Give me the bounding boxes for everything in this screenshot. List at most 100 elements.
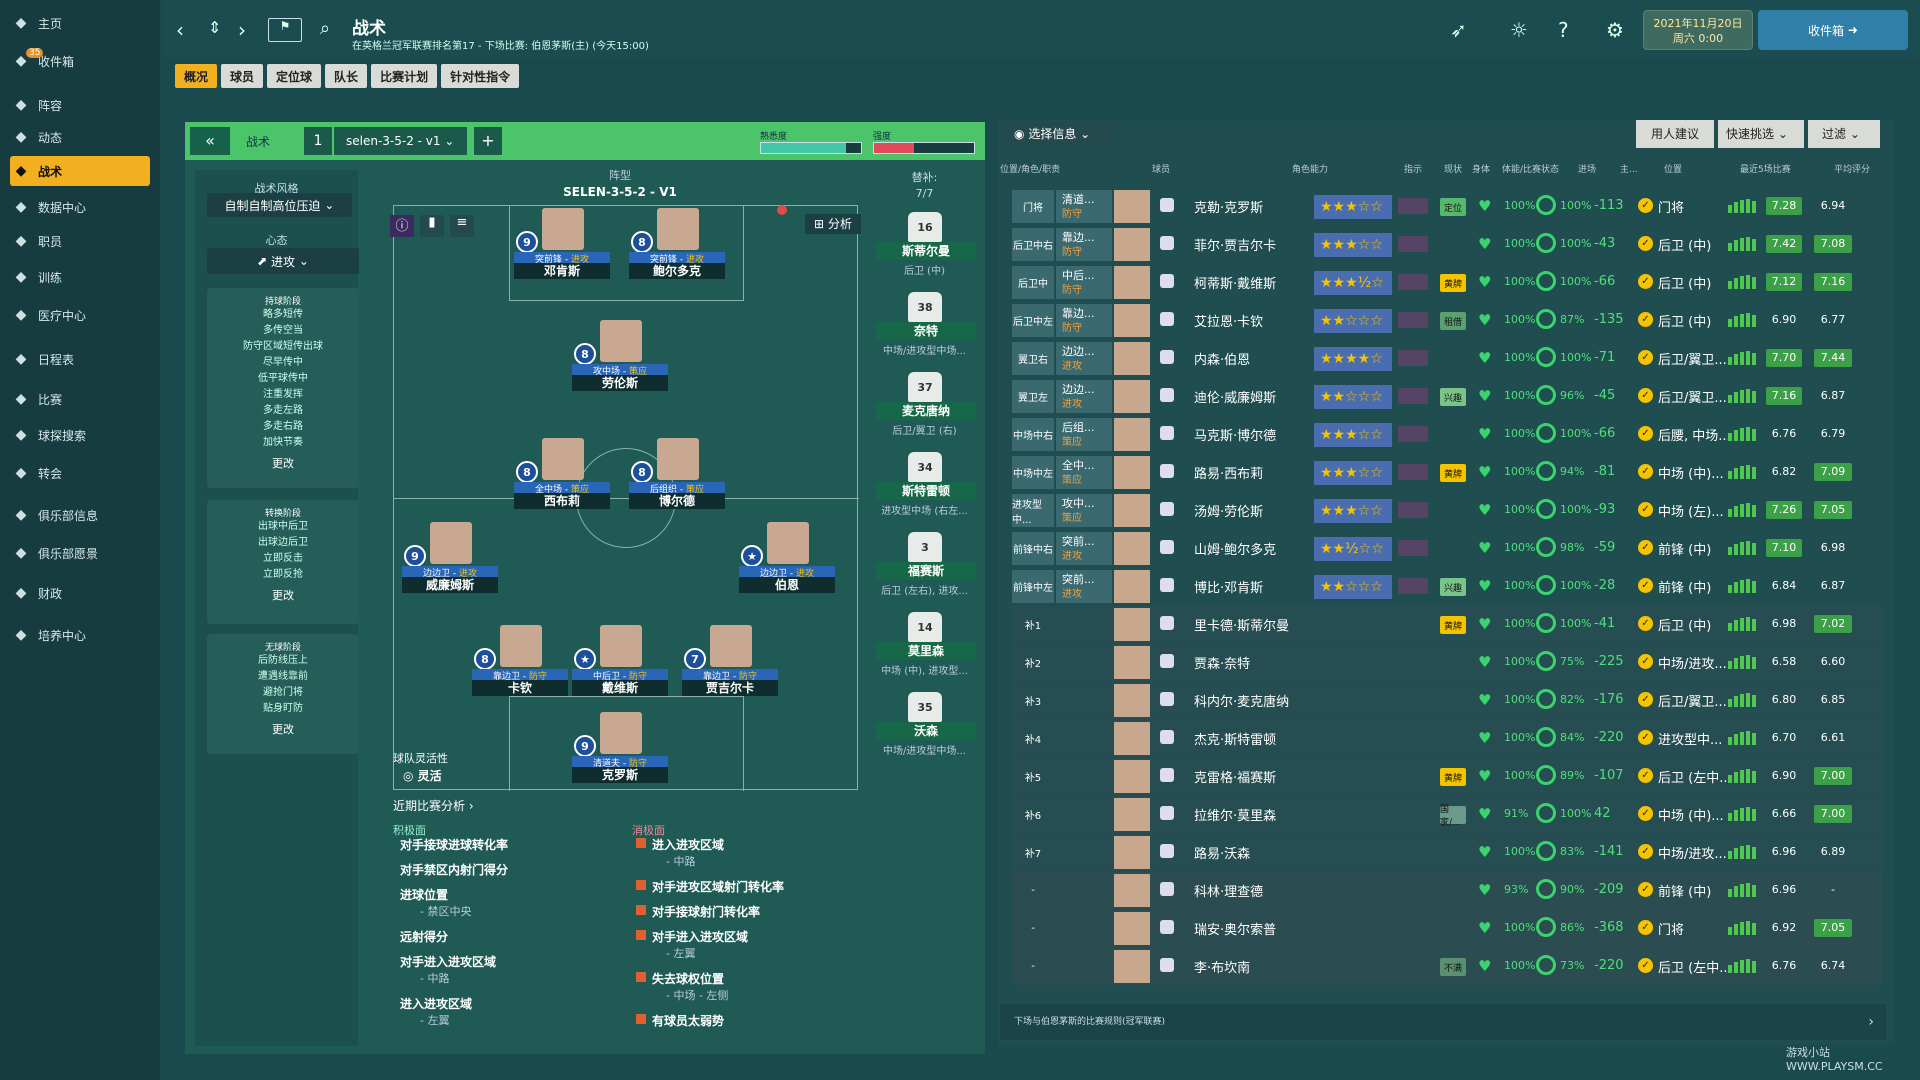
table-row[interactable]: 后卫中右 靠边... 防守 菲尔·贾吉尔卡 ★★★☆☆ ♥ 100% 100% -43 ✓ 后卫 (… xyxy=(1012,226,1882,263)
player-name[interactable]: 克雷格·福赛斯 xyxy=(1194,767,1276,786)
nav-item-6[interactable]: ◆ 职员 xyxy=(10,226,150,256)
player-name[interactable]: 贾森·奈特 xyxy=(1194,653,1250,672)
table-header-10[interactable]: 最近5场比赛 xyxy=(1740,162,1791,175)
positive-item[interactable]: 进球位置 xyxy=(400,886,448,903)
player-name[interactable]: 汤姆·劳伦斯 xyxy=(1194,501,1263,520)
inbox-continue-button[interactable]: 收件箱 ➜ xyxy=(1758,10,1908,50)
table-header-1[interactable]: 球员 xyxy=(1152,162,1170,175)
list-icon[interactable]: ≡ xyxy=(450,215,474,237)
instructions-icon[interactable] xyxy=(1398,540,1428,556)
positive-item[interactable]: 对手接球进球转化率 xyxy=(400,836,508,853)
player-name[interactable]: 杰克·斯特雷顿 xyxy=(1194,729,1276,748)
nav-item-11[interactable]: ◆ 球探搜索 xyxy=(10,420,150,450)
table-row[interactable]: 中场中左 全中... 策应 路易·西布莉 ★★★☆☆ 黄牌 ♥ 100% 94% -81 ✓ 中场 (… xyxy=(1012,454,1882,491)
table-row[interactable]: 补2 贾森·奈特 ♥ 100% 75% -225 ✓ 中场/进攻... 6.58 6.60 xyxy=(1012,644,1882,681)
player-name[interactable]: 菲尔·贾吉尔卡 xyxy=(1194,235,1276,254)
pitch-title[interactable]: SELEN-3-5-2 - V1 xyxy=(540,185,700,199)
tab-1[interactable]: 球员 xyxy=(221,64,264,88)
role-cell[interactable]: 边边... 进攻 xyxy=(1056,380,1112,413)
negative-item[interactable]: 进入进攻区域 xyxy=(652,836,724,853)
positive-item[interactable]: 远射得分 xyxy=(400,928,448,945)
negative-item[interactable]: 对手接球射门转化率 xyxy=(652,903,760,920)
quick-pick-button[interactable]: 快速挑选 ⌄ xyxy=(1718,120,1804,148)
mentality-dropdown[interactable]: ⬈ 进攻 ⌄ xyxy=(207,248,359,274)
club-badge-icon[interactable]: ⚑ xyxy=(268,18,302,42)
instructions-icon[interactable] xyxy=(1398,388,1428,404)
rocket-icon[interactable]: ➶ xyxy=(1450,18,1467,42)
style-dropdown[interactable]: 自制自制高位压迫 ⌄ xyxy=(207,193,352,217)
change-button[interactable]: 更改 xyxy=(207,587,359,603)
player-name[interactable]: 博比·邓肯斯 xyxy=(1194,577,1263,596)
instructions-icon[interactable] xyxy=(1398,274,1428,290)
table-row[interactable]: 中场中右 后组... 策应 马克斯·博尔德 ★★★☆☆ ♥ 100% 100% -66 ✓ 后腰, … xyxy=(1012,416,1882,453)
table-row[interactable]: 后卫中 中后... 防守 柯蒂斯·戴维斯 ★★★½☆ 黄牌 ♥ 100% 100% -66 ✓ 后卫 … xyxy=(1012,264,1882,301)
change-button[interactable]: 更改 xyxy=(207,721,359,737)
nav-item-2[interactable]: ◆ 阵容 xyxy=(10,90,150,120)
nav-item-13[interactable]: ◆ 俱乐部信息 xyxy=(10,500,150,530)
player-name[interactable]: 克勒·克罗斯 xyxy=(1194,197,1263,216)
instructions-icon[interactable] xyxy=(1398,502,1428,518)
bench-player[interactable]: 35 沃森 中场/进攻型中场... xyxy=(872,692,977,768)
negative-item[interactable]: 有球员太弱势 xyxy=(652,1012,724,1029)
player-name[interactable]: 山姆·鲍尔多克 xyxy=(1194,539,1276,558)
player-name[interactable]: 李·布坎南 xyxy=(1194,957,1250,976)
table-header-5[interactable]: 身体 xyxy=(1472,162,1490,175)
player-card[interactable]: 9 边边卫 - 进攻 威廉姆斯 xyxy=(400,522,500,593)
nav-item-14[interactable]: ◆ 俱乐部愿景 xyxy=(10,538,150,568)
role-cell[interactable]: 靠边... 防守 xyxy=(1056,228,1112,261)
player-card[interactable]: 7 靠边卫 - 防守 贾吉尔卡 xyxy=(680,625,780,696)
player-card[interactable]: 8 后组织 - 策应 博尔德 xyxy=(627,438,727,509)
nav-item-7[interactable]: ◆ 训练 xyxy=(10,262,150,292)
table-row[interactable]: 前锋中右 突前... 进攻 山姆·鲍尔多克 ★★½☆☆ ♥ 100% 98% -59 ✓ 前锋 (中… xyxy=(1012,530,1882,567)
player-card[interactable]: 9 清道夫 - 防守 克罗斯 xyxy=(570,712,670,783)
table-row[interactable]: 进攻型中... 攻中... 策应 汤姆·劳伦斯 ★★★☆☆ ♥ 100% 100% -93 ✓ 中场… xyxy=(1012,492,1882,529)
table-header-6[interactable]: 体能/比赛状态 xyxy=(1502,162,1559,175)
table-row[interactable]: 补7 路易·沃森 ♥ 100% 83% -141 ✓ 中场/进攻... 6.96 6.89 xyxy=(1012,834,1882,871)
table-row[interactable]: 补3 科内尔·麦克唐纳 ♥ 100% 82% -176 ✓ 后卫/翼卫... 6.80 6.85 xyxy=(1012,682,1882,719)
positive-item[interactable]: 对手进入进攻区域 xyxy=(400,953,496,970)
nav-item-5[interactable]: ◆ 数据中心 xyxy=(10,192,150,222)
table-header-11[interactable]: 平均评分 xyxy=(1834,162,1870,175)
player-card[interactable]: ★ 中后卫 - 防守 戴维斯 xyxy=(570,625,670,696)
positive-item[interactable]: 进入进攻区域 xyxy=(400,995,472,1012)
bench-player[interactable]: 14 莫里森 中场 (中), 进攻型... xyxy=(872,612,977,688)
nav-item-1[interactable]: ◆ 收件箱 35 xyxy=(10,46,150,76)
player-name[interactable]: 马克斯·博尔德 xyxy=(1194,425,1276,444)
change-button[interactable]: 更改 xyxy=(207,455,359,471)
table-header-0[interactable]: 位置/角色/职责 xyxy=(1000,162,1060,175)
nav-item-3[interactable]: ◆ 动态 xyxy=(10,122,150,152)
forward-icon[interactable]: › xyxy=(238,18,246,42)
table-row[interactable]: - 瑞安·奥尔索普 ♥ 100% 86% -368 ✓ 门将 6.92 7.05 xyxy=(1012,910,1882,947)
player-name[interactable]: 科林·理查德 xyxy=(1194,881,1263,900)
negative-item[interactable]: 对手进入进攻区域 xyxy=(652,928,748,945)
role-cell[interactable]: 中后... 防守 xyxy=(1056,266,1112,299)
select-info-dropdown[interactable]: ◉ 选择信息 ⌄ xyxy=(1004,122,1112,146)
nav-item-12[interactable]: ◆ 转会 xyxy=(10,458,150,488)
idea-icon[interactable]: ☼ xyxy=(1510,18,1528,42)
next-match-rules-bar[interactable]: 下场与伯恩茅斯的比赛规则(冠军联赛) › xyxy=(1000,1004,1886,1040)
tactic-name-dropdown[interactable]: selen-3-5-2 - v1 ⌄ xyxy=(334,127,467,155)
nav-item-9[interactable]: ◆ 日程表 xyxy=(10,344,150,374)
table-row[interactable]: 前锋中左 突前... 进攻 博比·邓肯斯 ★★☆☆☆ 兴趣 ♥ 100% 100% -28 ✓ 前锋 … xyxy=(1012,568,1882,605)
player-card[interactable]: 8 突前锋 - 进攻 鲍尔多克 xyxy=(627,208,727,279)
bar-chart-icon[interactable]: ▮ xyxy=(420,215,444,237)
table-row[interactable]: 补6 拉维尔·莫里森 国家/... ♥ 91% 100% 42 ✓ 中场 (中)... 6.66 7… xyxy=(1012,796,1882,833)
info-icon[interactable]: ⓘ xyxy=(390,215,414,237)
player-name[interactable]: 拉维尔·莫里森 xyxy=(1194,805,1276,824)
instructions-icon[interactable] xyxy=(1398,578,1428,594)
bench-player[interactable]: 34 斯特雷顿 进攻型中场 (右左... xyxy=(872,452,977,528)
tab-3[interactable]: 队长 xyxy=(325,64,368,88)
player-name[interactable]: 路易·沃森 xyxy=(1194,843,1250,862)
player-name[interactable]: 科内尔·麦克唐纳 xyxy=(1194,691,1289,710)
table-header-2[interactable]: 角色能力 xyxy=(1292,162,1328,175)
search-icon[interactable]: ⌕ xyxy=(320,18,330,39)
nav-item-8[interactable]: ◆ 医疗中心 xyxy=(10,300,150,330)
table-row[interactable]: 门将 清道... 防守 克勒·克罗斯 ★★★☆☆ 定位 ♥ 100% 100% -113 ✓ 门将 7.… xyxy=(1012,188,1882,225)
role-cell[interactable]: 突前... 进攻 xyxy=(1056,532,1112,565)
bench-player[interactable]: 16 斯蒂尔曼 后卫 (中) xyxy=(872,212,977,288)
flexibility-value[interactable]: ◎ 灵活 xyxy=(403,767,442,784)
instructions-icon[interactable] xyxy=(1398,464,1428,480)
analysis-button[interactable]: ⊞ 分析 xyxy=(805,214,861,234)
help-icon[interactable]: ? xyxy=(1558,18,1569,42)
filter-button[interactable]: 过滤 ⌄ xyxy=(1808,120,1880,148)
